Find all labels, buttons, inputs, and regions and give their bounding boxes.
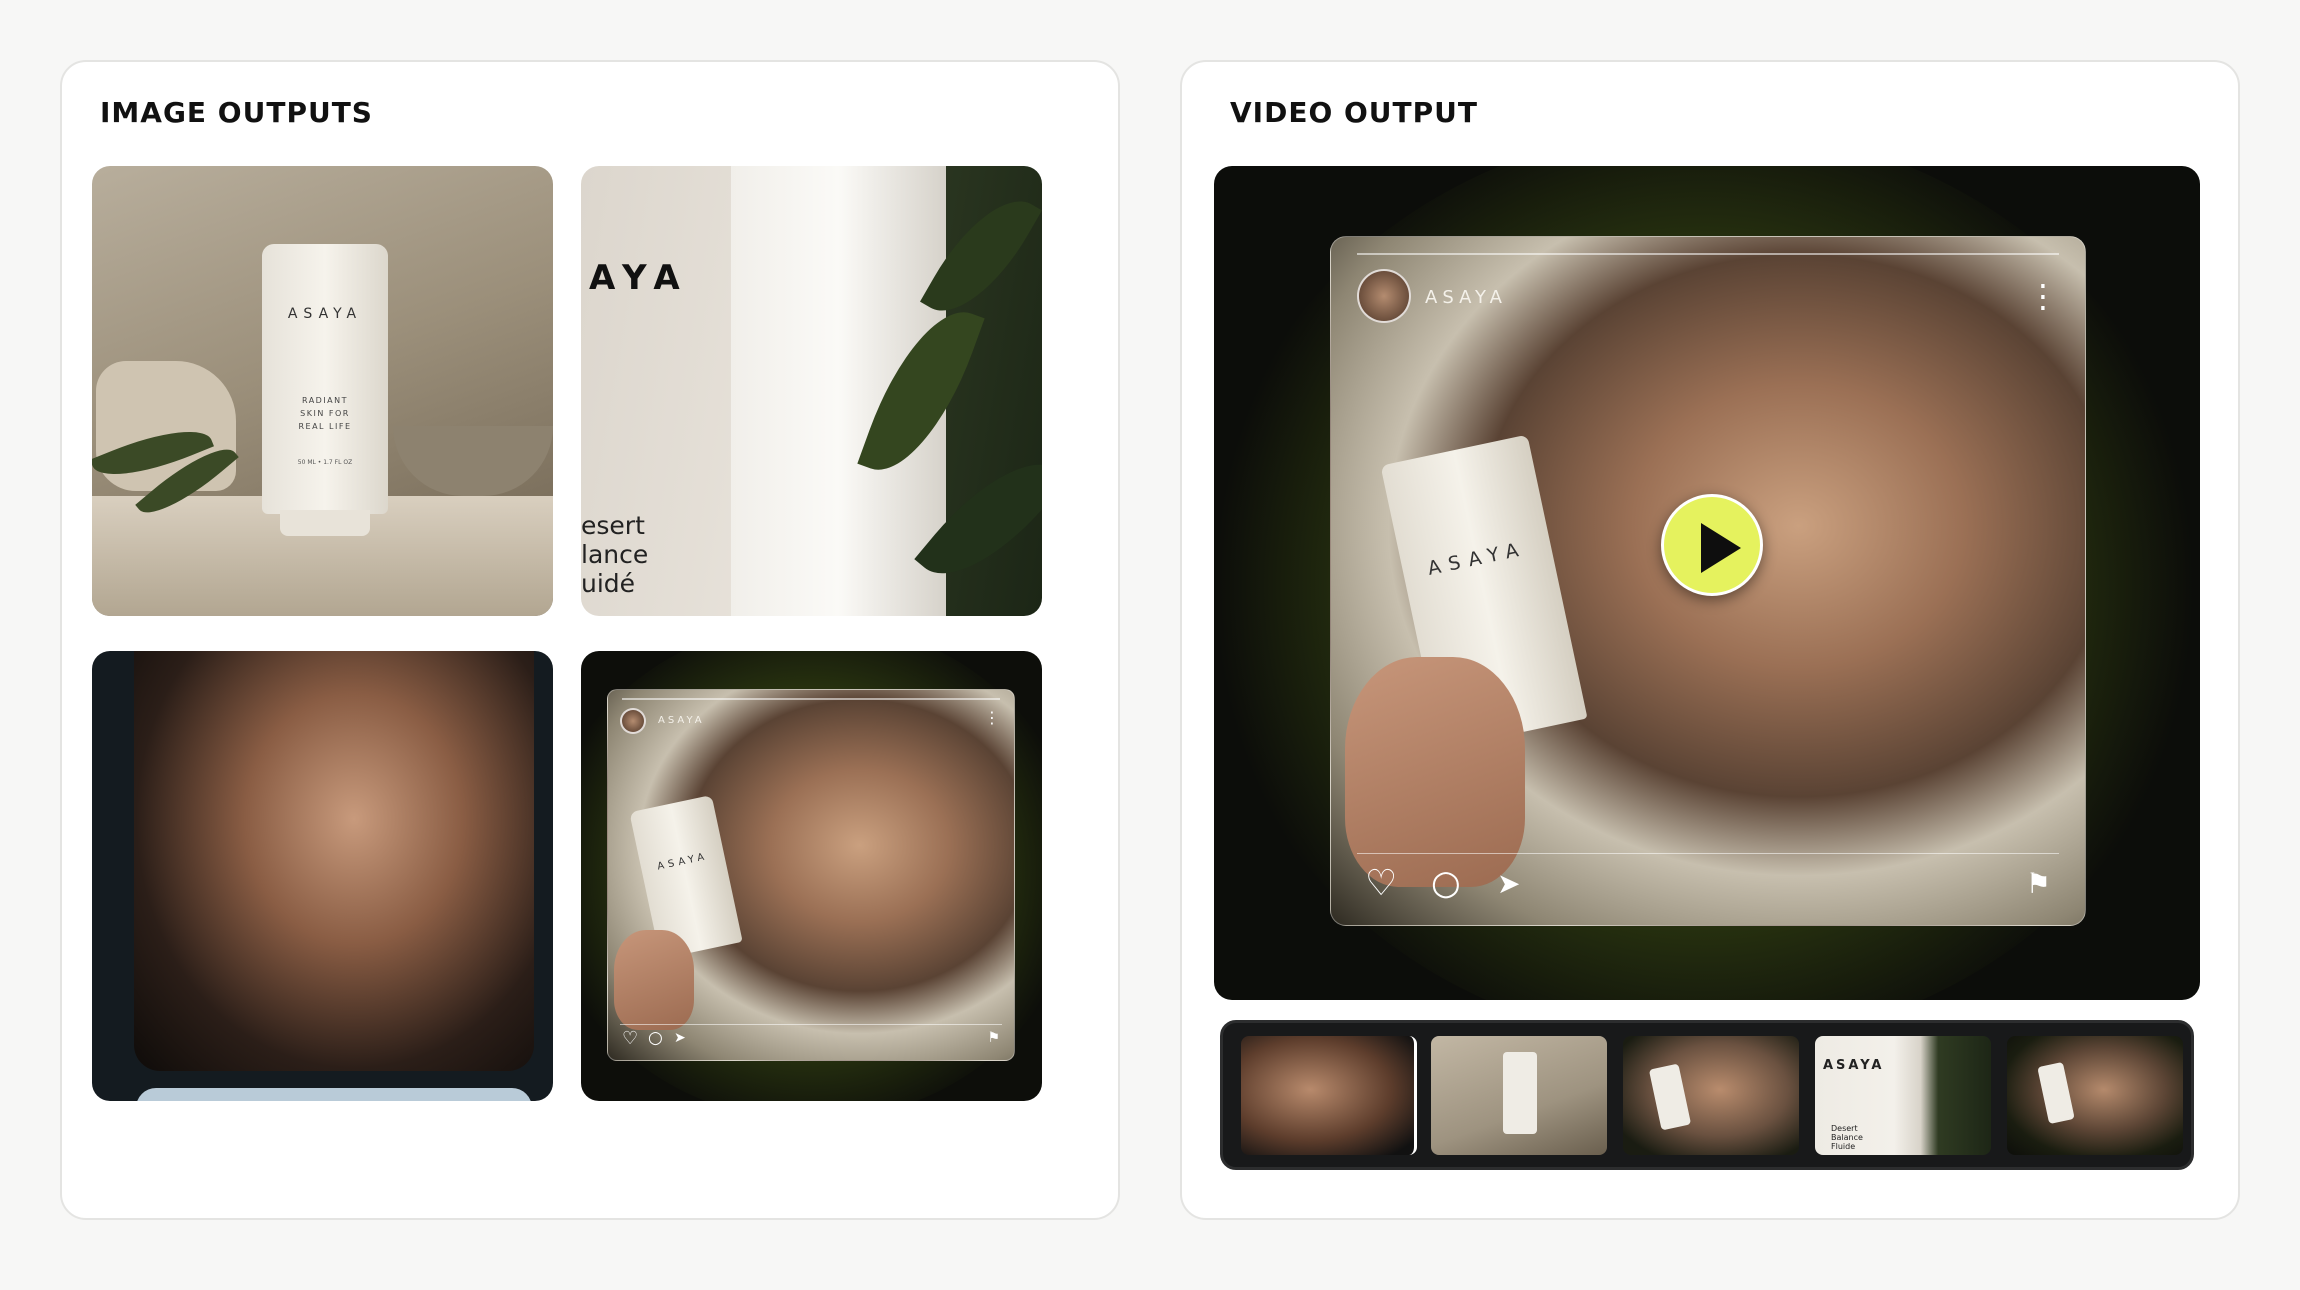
filmstrip-thumb-product-stone[interactable] (1431, 1036, 1607, 1155)
product-tagline: RADIANT SKIN FOR REAL LIFE (298, 396, 352, 431)
portrait-photo (134, 651, 534, 1071)
hand (614, 930, 694, 1030)
video-player[interactable]: ASAYA ⋮ ASAYA ♡ ○ ➤ ⚑ (1214, 166, 2200, 1000)
product-tube (1503, 1052, 1537, 1134)
product-size: 50 ML • 1.7 FL OZ (297, 459, 353, 466)
video-output-title: VIDEO OUTPUT (1230, 96, 1479, 129)
brand-fragment: AYA (589, 258, 690, 298)
product-brand: ASAYA (656, 851, 710, 873)
share-icon[interactable]: ➤ (1497, 867, 1520, 900)
divider (620, 1024, 1002, 1025)
product-brand: ASAYA (287, 306, 363, 322)
image-outputs-title: IMAGE OUTPUTS (100, 96, 373, 129)
product-tube (2037, 1061, 2075, 1125)
play-icon (1701, 523, 1741, 573)
comment-icon[interactable]: ○ (648, 1028, 663, 1048)
image-outputs-panel: IMAGE OUTPUTS ASAYA RADIANT SKIN FOR REA… (60, 60, 1120, 1220)
image-output-portrait[interactable] (92, 651, 553, 1101)
filmstrip-thumb-tube-closeup[interactable]: ASAYA Desert Balance Fluide (1815, 1036, 1991, 1155)
post-username: ASAYA (658, 715, 705, 726)
share-icon[interactable]: ➤ (674, 1030, 686, 1046)
caption-bar (136, 1088, 532, 1101)
image-output-social-post[interactable]: ASAYA ⋮ ASAYA ♡ ○ ➤ ⚑ (581, 651, 1042, 1101)
thumb-brand: ASAYA (1823, 1058, 1885, 1073)
video-progress-bar (1357, 253, 2059, 255)
avatar (620, 708, 646, 734)
filmstrip-thumb-portrait[interactable] (1241, 1036, 1417, 1155)
heart-icon[interactable]: ♡ (1365, 863, 1397, 904)
product-brand: ASAYA (1425, 537, 1529, 580)
filmstrip-thumb-social-post[interactable] (1623, 1036, 1799, 1155)
product-tube (1648, 1063, 1692, 1131)
video-filmstrip: ASAYA Desert Balance Fluide (1220, 1020, 2194, 1170)
image-output-product-stone[interactable]: ASAYA RADIANT SKIN FOR REAL LIFE 50 ML •… (92, 166, 553, 616)
more-vertical-icon[interactable]: ⋮ (984, 708, 1000, 727)
mini-post-frame: ASAYA ⋮ ASAYA ♡ ○ ➤ ⚑ (607, 689, 1015, 1061)
filmstrip-thumb-video-frame[interactable] (2007, 1036, 2183, 1155)
thumb-product-lines: Desert Balance Fluide (1831, 1124, 1863, 1151)
comment-icon[interactable]: ○ (1431, 863, 1461, 903)
divider (1357, 853, 2059, 854)
image-output-tube-closeup[interactable]: AYA esert lance uidé (581, 166, 1042, 616)
progress-bar (622, 698, 1000, 700)
heart-icon[interactable]: ♡ (622, 1028, 638, 1049)
avatar (1357, 269, 1411, 323)
video-output-panel: VIDEO OUTPUT ASAYA ⋮ ASAYA ♡ ○ ➤ ⚑ ASAYA… (1180, 60, 2240, 1220)
product-tube: ASAYA RADIANT SKIN FOR REAL LIFE 50 ML •… (262, 244, 388, 536)
post-username: ASAYA (1425, 287, 1507, 308)
product-name-lines: esert lance uidé (581, 511, 649, 598)
tube-cap (280, 510, 370, 536)
bookmark-icon[interactable]: ⚑ (2026, 867, 2051, 900)
bookmark-icon[interactable]: ⚑ (987, 1030, 1000, 1046)
play-button[interactable] (1661, 494, 1763, 596)
stone-bowl (393, 426, 553, 496)
more-vertical-icon[interactable]: ⋮ (2027, 277, 2059, 315)
